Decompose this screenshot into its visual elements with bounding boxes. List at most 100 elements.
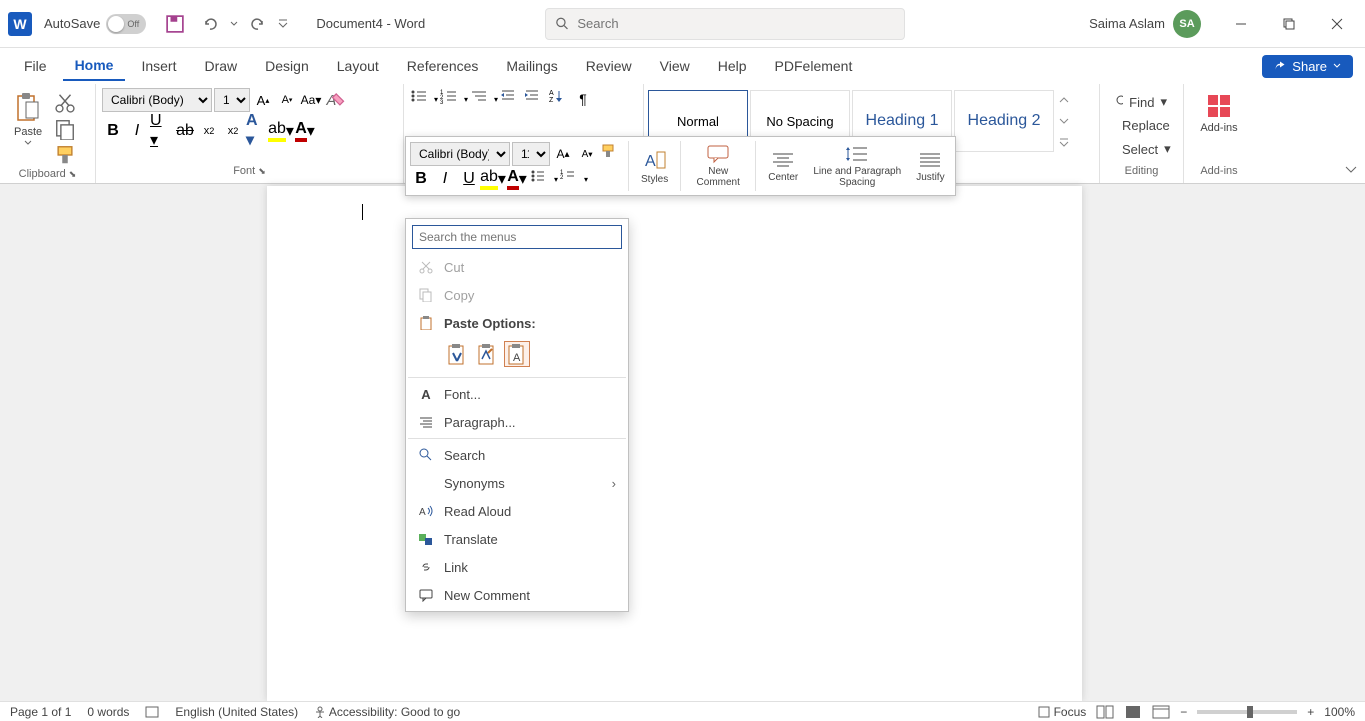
- find-button[interactable]: Find ▾: [1110, 92, 1173, 112]
- tab-pdfelement[interactable]: PDFelement: [763, 52, 865, 80]
- format-painter-icon[interactable]: [54, 144, 76, 166]
- clear-formatting-icon[interactable]: A: [324, 89, 346, 111]
- document-page[interactable]: [267, 186, 1082, 701]
- status-words[interactable]: 0 words: [87, 705, 129, 719]
- mini-italic[interactable]: I: [434, 168, 456, 190]
- save-icon[interactable]: [166, 15, 184, 33]
- tab-design[interactable]: Design: [253, 52, 321, 80]
- font-name-select[interactable]: Calibri (Body): [102, 88, 212, 112]
- search-input[interactable]: [577, 16, 894, 31]
- select-button[interactable]: Select ▾: [1110, 139, 1173, 159]
- mini-grow-font[interactable]: A▴: [552, 143, 574, 165]
- tab-insert[interactable]: Insert: [129, 52, 188, 80]
- menu-paragraph[interactable]: Paragraph...: [408, 408, 626, 436]
- web-layout-icon[interactable]: [1152, 705, 1170, 719]
- sort-icon[interactable]: AZ: [548, 88, 570, 110]
- style-heading2[interactable]: Heading 2: [954, 90, 1054, 152]
- read-mode-icon[interactable]: [1096, 705, 1114, 719]
- status-language[interactable]: English (United States): [175, 705, 298, 719]
- undo-icon[interactable]: [202, 16, 218, 32]
- mini-shrink-font[interactable]: A▾: [576, 143, 598, 165]
- mini-new-comment-button[interactable]: New Comment: [687, 142, 749, 190]
- spellcheck-icon[interactable]: [145, 705, 159, 719]
- decrease-indent-icon[interactable]: [500, 88, 522, 110]
- zoom-out[interactable]: −: [1180, 705, 1187, 719]
- mini-bold[interactable]: B: [410, 168, 432, 190]
- tab-mailings[interactable]: Mailings: [494, 52, 569, 80]
- strikethrough-button[interactable]: ab: [174, 120, 196, 142]
- mini-highlight[interactable]: ab▾: [482, 168, 504, 190]
- menu-new-comment[interactable]: New Comment: [408, 581, 626, 609]
- undo-dropdown-icon[interactable]: [230, 16, 238, 32]
- zoom-level[interactable]: 100%: [1324, 705, 1355, 719]
- tab-file[interactable]: File: [12, 52, 59, 80]
- autosave-toggle[interactable]: Off: [106, 14, 146, 34]
- italic-button[interactable]: I: [126, 120, 148, 142]
- tab-layout[interactable]: Layout: [325, 52, 391, 80]
- focus-button[interactable]: Focus: [1038, 705, 1086, 719]
- mini-font-name[interactable]: Calibri (Body): [410, 142, 510, 166]
- cut-icon[interactable]: [54, 92, 76, 114]
- mini-styles-button[interactable]: A Styles: [635, 146, 674, 187]
- mini-font-color[interactable]: A▾: [506, 168, 528, 190]
- bullets-icon[interactable]: [410, 88, 432, 110]
- menu-search[interactable]: Search: [408, 441, 626, 469]
- font-size-select[interactable]: 11: [214, 88, 250, 112]
- print-layout-icon[interactable]: [1124, 705, 1142, 719]
- addins-button[interactable]: Add-ins: [1192, 88, 1245, 138]
- search-box[interactable]: [545, 8, 905, 40]
- mini-underline[interactable]: U: [458, 168, 480, 190]
- tab-review[interactable]: Review: [574, 52, 644, 80]
- close-button[interactable]: [1317, 8, 1357, 40]
- increase-indent-icon[interactable]: [524, 88, 546, 110]
- tab-view[interactable]: View: [648, 52, 702, 80]
- show-marks-button[interactable]: ¶: [572, 88, 594, 110]
- grow-font-button[interactable]: A▴: [252, 89, 274, 111]
- maximize-button[interactable]: [1269, 8, 1309, 40]
- text-effects-button[interactable]: A ▾: [246, 120, 268, 142]
- mini-center-button[interactable]: Center: [762, 148, 804, 185]
- mini-numbering-icon[interactable]: 12: [560, 168, 582, 190]
- mini-format-painter-icon[interactable]: [600, 143, 622, 165]
- replace-button[interactable]: Replace: [1110, 116, 1173, 135]
- menu-font[interactable]: A Font...: [408, 380, 626, 408]
- minimize-button[interactable]: [1221, 8, 1261, 40]
- highlight-button[interactable]: ab ▾: [270, 120, 292, 142]
- mini-bullets-icon[interactable]: [530, 168, 552, 190]
- paste-button[interactable]: Paste: [6, 88, 50, 150]
- paste-merge[interactable]: [474, 341, 500, 367]
- menu-read-aloud[interactable]: A Read Aloud: [408, 497, 626, 525]
- mini-justify-button[interactable]: Justify: [910, 148, 950, 185]
- underline-button[interactable]: U ▾: [150, 120, 172, 142]
- status-accessibility[interactable]: Accessibility: Good to go: [314, 705, 460, 719]
- ribbon-collapse-icon[interactable]: [1343, 161, 1359, 177]
- change-case-button[interactable]: Aa▾: [300, 89, 322, 111]
- styles-down-icon[interactable]: [1058, 116, 1070, 126]
- status-page[interactable]: Page 1 of 1: [10, 705, 71, 719]
- tab-home[interactable]: Home: [63, 51, 126, 81]
- customize-qat-icon[interactable]: [278, 16, 288, 32]
- redo-icon[interactable]: [250, 16, 266, 32]
- paste-keep-source[interactable]: [444, 341, 470, 367]
- menu-synonyms[interactable]: Synonyms ›: [408, 469, 626, 497]
- zoom-in[interactable]: +: [1307, 705, 1314, 719]
- styles-more-icon[interactable]: [1058, 137, 1070, 147]
- tab-references[interactable]: References: [395, 52, 491, 80]
- menu-search-input[interactable]: [412, 225, 622, 249]
- numbering-icon[interactable]: 123: [440, 88, 462, 110]
- menu-translate[interactable]: Translate: [408, 525, 626, 553]
- user-area[interactable]: Saima Aslam SA: [1089, 10, 1201, 38]
- copy-icon[interactable]: [54, 118, 76, 140]
- mini-font-size[interactable]: 11: [512, 142, 550, 166]
- multilevel-list-icon[interactable]: [470, 88, 492, 110]
- subscript-button[interactable]: x2: [198, 120, 220, 142]
- superscript-button[interactable]: x2: [222, 120, 244, 142]
- tab-draw[interactable]: Draw: [192, 52, 249, 80]
- tab-help[interactable]: Help: [706, 52, 759, 80]
- mini-line-spacing-button[interactable]: Line and Paragraph Spacing: [806, 142, 908, 190]
- menu-link[interactable]: Link: [408, 553, 626, 581]
- paste-text-only[interactable]: A: [504, 341, 530, 367]
- styles-up-icon[interactable]: [1058, 95, 1070, 105]
- zoom-slider[interactable]: [1197, 710, 1297, 714]
- font-color-button[interactable]: A ▾: [294, 120, 316, 142]
